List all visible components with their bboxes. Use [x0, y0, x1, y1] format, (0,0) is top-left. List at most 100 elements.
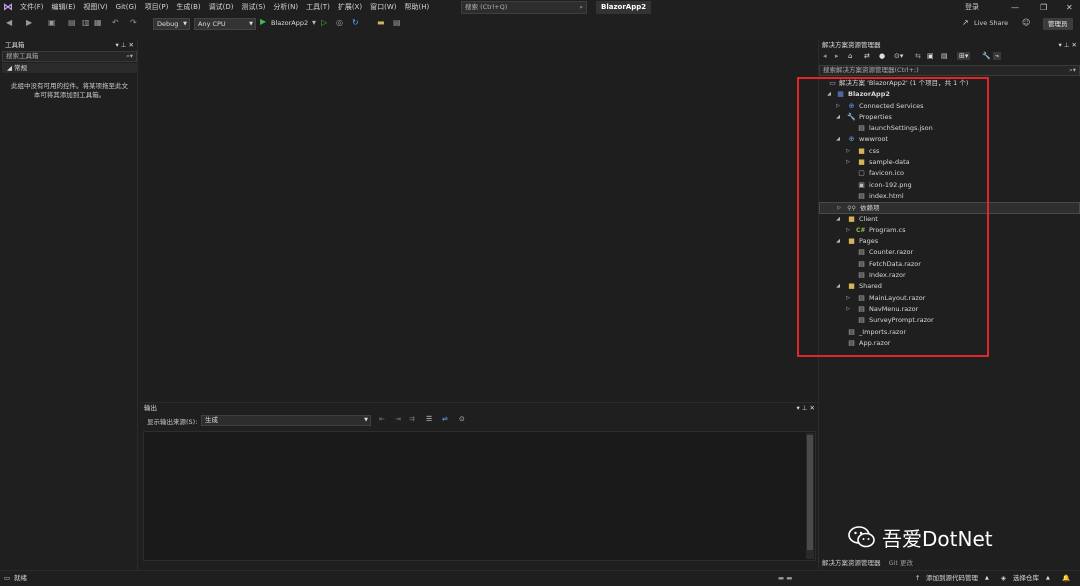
menu-build[interactable]: 生成(B): [172, 0, 204, 15]
watermark: 吾爱DotNet: [848, 522, 993, 552]
go-to-next-icon[interactable]: ⇥: [395, 415, 401, 423]
chevron-up-icon: ▲: [1046, 575, 1050, 581]
sync-icon[interactable]: ⇄: [864, 52, 870, 60]
word-wrap-icon[interactable]: ⇌: [442, 415, 448, 423]
menu-edit[interactable]: 编辑(E): [48, 0, 80, 15]
search-icon: ⌕: [579, 3, 583, 11]
platform-value: Any CPU: [198, 20, 226, 28]
menu-view[interactable]: 视图(V): [79, 0, 111, 15]
menu-window[interactable]: 窗口(W): [366, 0, 400, 15]
forward-icon[interactable]: ▶: [26, 18, 32, 27]
pin-close-icon[interactable]: ▾ ⊥ ✕: [115, 40, 134, 50]
tab-git-changes[interactable]: Git 更改: [889, 559, 913, 567]
add-source-control-button[interactable]: 添加到源代码管理: [926, 571, 978, 586]
minimize-icon[interactable]: —: [1011, 0, 1019, 15]
menu-project[interactable]: 项目(P): [141, 0, 173, 15]
feedback-icon[interactable]: ☺: [1022, 18, 1030, 27]
solution-config-value: Debug: [157, 20, 179, 28]
close-icon[interactable]: ✕: [1066, 0, 1073, 15]
pin-close-icon[interactable]: ▾ ⊥ ✕: [796, 403, 815, 413]
collapse-all-icon[interactable]: ▣: [927, 52, 934, 60]
show-all-files-icon[interactable]: ▤: [941, 52, 948, 60]
folder-icon[interactable]: ▬: [377, 18, 385, 27]
toolbox-title-bar: 工具箱 ▾ ⊥ ✕: [2, 40, 137, 50]
repo-icon: ◈: [1001, 574, 1006, 582]
preview-icon[interactable]: ⌁: [993, 52, 1002, 60]
live-share-button[interactable]: Live Share: [974, 19, 1008, 27]
start-without-debug-icon[interactable]: ▷: [321, 18, 327, 27]
switch-view-icon[interactable]: ●: [879, 52, 885, 60]
output-toolbar: 显示输出来源(S): 生成 ▼ ⇤ ⇥ ⇉ ☰ ⇌ ⊙: [141, 413, 818, 427]
menu-tools[interactable]: 工具(T): [302, 0, 334, 15]
solution-explorer-title-bar: 解决方案资源管理器 ▾ ⊥ ✕: [819, 40, 1080, 50]
status-icon: ▭: [4, 574, 11, 582]
output-text-area[interactable]: [143, 431, 816, 561]
output-title-bar: 输出 ▾ ⊥ ✕: [141, 403, 818, 413]
save-icon[interactable]: ▥: [82, 18, 90, 27]
search-icon: ⌕▾: [126, 52, 133, 60]
notification-icon[interactable]: 🔔: [1062, 571, 1070, 586]
chevron-down-icon: ▼: [249, 21, 253, 27]
pin-close-icon[interactable]: ▾ ⊥ ✕: [1058, 40, 1077, 50]
menu-file[interactable]: 文件(F): [16, 0, 48, 15]
menu-extensions[interactable]: 扩展(X): [334, 0, 366, 15]
select-repo-button[interactable]: 选择仓库: [1013, 571, 1039, 586]
admin-badge: 管理员: [1043, 18, 1073, 30]
settings-icon[interactable]: ⊙: [459, 415, 465, 423]
start-target-label[interactable]: BlazorApp2: [271, 19, 308, 27]
wechat-icon: [848, 526, 875, 548]
toolbox-search-placeholder: 搜索工具箱: [6, 52, 39, 60]
platform-combo[interactable]: Any CPU ▼: [194, 18, 256, 30]
start-debug-icon[interactable]: ▶: [260, 17, 266, 26]
output-source-combo[interactable]: 生成 ▼: [201, 415, 371, 426]
standard-toolbar: ◀ ▶ ▣ ▤ ▥ ▦ ↶ ↷ Debug ▼ Any CPU ▼ ▶ Blaz…: [0, 15, 1080, 33]
solution-config-combo[interactable]: Debug ▼: [153, 18, 190, 30]
toolbox-group-general[interactable]: ◢ 常规: [2, 63, 137, 73]
scroll-indicator: ▬ ▬: [778, 574, 793, 582]
status-ready: 就绪: [14, 574, 27, 582]
output-panel: 输出 ▾ ⊥ ✕ 显示输出来源(S): 生成 ▼ ⇤ ⇥ ⇉ ☰ ⇌ ⊙: [141, 402, 818, 568]
global-search-input[interactable]: 搜索 (Ctrl+Q) ⌕: [461, 1, 587, 14]
history-icon[interactable]: ⊙▾: [894, 52, 903, 60]
restore-icon[interactable]: ❐: [1040, 0, 1047, 15]
go-to-previous-icon[interactable]: ⇤: [379, 415, 385, 423]
home-icon[interactable]: ⌂: [848, 52, 852, 60]
chevron-down-icon: ▼: [364, 417, 368, 423]
layout-icon[interactable]: ▤: [393, 18, 401, 27]
redo-icon[interactable]: ↷: [130, 18, 137, 27]
hot-reload-icon[interactable]: ◎: [336, 18, 343, 27]
menu-git[interactable]: Git(G): [112, 0, 141, 15]
find-icon[interactable]: ⇉: [409, 415, 415, 423]
solution-explorer-tabs: 解决方案资源管理器 Git 更改: [819, 557, 1080, 569]
login-link[interactable]: 登录: [965, 0, 979, 15]
back-icon[interactable]: ◂: [823, 52, 827, 60]
pending-changes-icon[interactable]: ⇆: [915, 52, 921, 60]
output-title: 输出: [144, 404, 157, 412]
menu-debug[interactable]: 调试(D): [205, 0, 238, 15]
toolbox-search-input[interactable]: 搜索工具箱 ⌕▾: [2, 51, 137, 62]
clear-all-icon[interactable]: ☰: [426, 415, 432, 423]
forward-icon[interactable]: ▸: [835, 52, 839, 60]
save-all-icon[interactable]: ▦: [94, 18, 102, 27]
menu-analyze[interactable]: 分析(N): [269, 0, 302, 15]
scroll-thumb[interactable]: [807, 435, 813, 550]
toolbox-title: 工具箱: [5, 41, 25, 49]
open-folder-icon[interactable]: ▤: [68, 18, 76, 27]
visual-studio-logo-icon[interactable]: ⋈: [0, 0, 16, 15]
back-icon[interactable]: ◀: [6, 18, 12, 27]
properties-icon[interactable]: 🔧: [982, 52, 991, 60]
solution-explorer-search-input[interactable]: 搜索解决方案资源管理器(Ctrl+;) ⌕▾: [819, 65, 1080, 76]
undo-icon[interactable]: ↶: [112, 18, 119, 27]
menu-test[interactable]: 测试(S): [237, 0, 269, 15]
highlight-box: [797, 77, 989, 357]
new-project-icon[interactable]: ▣: [48, 18, 56, 27]
output-scrollbar[interactable]: [806, 433, 814, 559]
toolbox-group-label: 常规: [14, 64, 28, 72]
menu-help[interactable]: 帮助(H): [400, 0, 433, 15]
tab-solution-explorer[interactable]: 解决方案资源管理器: [822, 559, 881, 567]
refresh-icon[interactable]: ↻: [352, 18, 359, 27]
live-share-icon[interactable]: ↗: [962, 18, 969, 27]
status-bar: ▭ 就绪 ▬ ▬ ↑ 添加到源代码管理 ▲ ◈ 选择仓库 ▲ 🔔: [0, 570, 1080, 586]
chevron-down-icon[interactable]: ▾: [312, 18, 316, 27]
filter-icon[interactable]: ⊞▾: [957, 52, 971, 60]
